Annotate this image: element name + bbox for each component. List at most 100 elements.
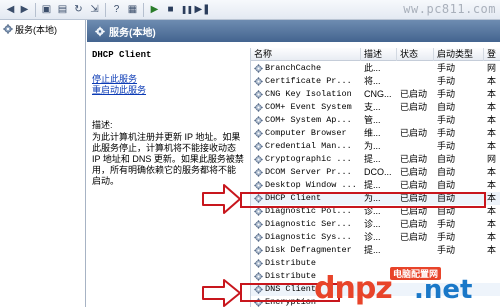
- table-row[interactable]: Computer Browser 维... 已启动 手动 本: [251, 127, 500, 140]
- service-description-cell: 提...: [364, 154, 381, 164]
- service-startup-type-cell: 手动: [437, 141, 456, 151]
- table-row[interactable]: Certificate Pr... 将... 手动 本: [251, 75, 500, 88]
- service-status-cell: [397, 62, 434, 75]
- service-name: Cryptographic ...: [265, 154, 352, 164]
- service-logon-cell: 本: [487, 193, 497, 203]
- service-startup-type-cell: 自动: [437, 154, 456, 164]
- stop-service-link[interactable]: 停止此服务: [92, 74, 247, 85]
- table-row[interactable]: Diagnostic Ser... 诊... 已启动 手动 本: [251, 218, 500, 231]
- service-logon-cell: 本: [487, 128, 497, 138]
- service-gear-icon: [254, 77, 263, 86]
- table-row[interactable]: Cryptographic ... 提... 已启动 自动 网: [251, 153, 500, 166]
- back-icon[interactable]: ◀: [4, 3, 17, 16]
- service-logon-cell: 网: [487, 154, 497, 164]
- service-logon-cell: 本: [487, 102, 497, 112]
- service-startup-type-cell: 自动: [437, 102, 456, 112]
- selected-service-name: DHCP Client: [92, 50, 152, 60]
- table-row[interactable]: DCOM Server Pr... DCO... 已启动 自动 本: [251, 166, 500, 179]
- service-gear-icon: [254, 64, 263, 73]
- service-status-cell: 已启动: [400, 102, 428, 112]
- service-name-cell: Computer Browser: [251, 127, 361, 140]
- table-row[interactable]: COM+ Event System 支... 已启动 自动 本: [251, 101, 500, 114]
- description-text: 为此计算机注册并更新 IP 地址。如果此服务停止，计算机将不能接收动态 IP 地…: [92, 132, 244, 186]
- help-icon[interactable]: ?: [110, 3, 123, 16]
- toolbar-separator: [35, 3, 36, 17]
- service-description-cell: 支...: [364, 102, 381, 112]
- restart-service-icon[interactable]: ▶❚: [194, 3, 210, 16]
- service-description-cell: CNG...: [364, 89, 392, 99]
- service-gear-icon: [254, 259, 263, 268]
- service-gear-icon: [254, 116, 263, 125]
- column-header-name[interactable]: 名称: [251, 48, 361, 61]
- restart-service-link[interactable]: 重启动此服务: [92, 85, 247, 96]
- service-status-cell: [397, 140, 434, 153]
- service-description-cell: 提...: [364, 180, 381, 190]
- service-startup-type-cell: 手动: [437, 89, 456, 99]
- column-header-description[interactable]: 描述: [361, 48, 397, 61]
- column-header-startup-type[interactable]: 启动类型: [434, 48, 484, 61]
- forward-icon[interactable]: ▶: [18, 3, 31, 16]
- service-status-cell: [397, 244, 434, 257]
- up-folder-icon[interactable]: ▣: [40, 3, 53, 16]
- service-status-cell: [397, 114, 434, 127]
- column-header-status[interactable]: 状态: [397, 48, 434, 61]
- service-description-cell: 将...: [364, 76, 381, 86]
- service-gear-icon: [254, 103, 263, 112]
- toolbar-separator: [105, 3, 106, 17]
- service-name-cell: CNG Key Isolation: [251, 88, 361, 101]
- table-row[interactable]: Disk Defragmenter 提... 手动 本: [251, 244, 500, 257]
- service-name-cell: DCOM Server Pr...: [251, 166, 361, 179]
- service-name-cell: Diagnostic Sys...: [251, 231, 361, 244]
- service-status-cell: [397, 75, 434, 88]
- service-startup-type-cell: 自动: [437, 167, 456, 177]
- service-gear-icon: [254, 90, 263, 99]
- service-name-cell: Disk Defragmenter: [251, 244, 361, 257]
- table-row[interactable]: COM+ System Ap... 管... 手动 本: [251, 114, 500, 127]
- service-description-cell: 维...: [364, 128, 381, 138]
- service-logon-cell: 本: [487, 115, 497, 125]
- stop-service-icon[interactable]: ■: [164, 3, 177, 16]
- arrow-icon-dhcp: [202, 184, 241, 214]
- tree-item-label: 服务(本地): [15, 24, 57, 35]
- service-gear-icon: [254, 220, 263, 229]
- service-logon-cell: 本: [487, 167, 497, 177]
- table-row[interactable]: Credential Man... 为... 手动 本: [251, 140, 500, 153]
- service-startup-type-cell: 手动: [437, 63, 456, 73]
- table-row[interactable]: BranchCache 此... 手动 网: [251, 62, 500, 75]
- service-logon-cell: 本: [487, 180, 497, 190]
- service-logon-cell: 本: [487, 219, 497, 229]
- service-status-cell: 已启动: [400, 232, 428, 242]
- show-hide-tree-icon[interactable]: ▤: [56, 3, 69, 16]
- service-name: Desktop Window ...: [265, 180, 357, 190]
- service-gear-icon: [254, 155, 263, 164]
- service-name-cell: COM+ System Ap...: [251, 114, 361, 127]
- service-status-cell: 已启动: [400, 180, 428, 190]
- table-row[interactable]: CNG Key Isolation CNG... 已启动 手动 本: [251, 88, 500, 101]
- service-gear-icon: [254, 246, 263, 255]
- service-name-cell: Diagnostic Ser...: [251, 218, 361, 231]
- start-service-icon[interactable]: ▶: [148, 3, 161, 16]
- services-gear-icon: [3, 24, 13, 34]
- toolbar-separator: [143, 3, 144, 17]
- arrow-icon-dns: [202, 279, 241, 307]
- service-gear-icon: [254, 181, 263, 190]
- site-watermark: ww.pc811.com: [403, 2, 496, 16]
- service-description-cell: 管...: [364, 115, 381, 125]
- console-icon[interactable]: ▦: [126, 3, 139, 16]
- service-name: Diagnostic Ser...: [265, 219, 352, 229]
- column-header-logon[interactable]: 登: [484, 48, 500, 61]
- pause-service-icon[interactable]: ❚❚: [180, 3, 193, 16]
- refresh-icon[interactable]: ↻: [72, 3, 85, 16]
- service-name-cell: BranchCache: [251, 62, 361, 75]
- list-header: 名称 描述 状态 启动类型 登: [251, 48, 500, 61]
- tree-item-services-local[interactable]: 服务(本地): [3, 23, 57, 35]
- table-row[interactable]: Desktop Window ... 提... 已启动 自动 本: [251, 179, 500, 192]
- panel-header: 服务(本地): [87, 20, 500, 42]
- service-gear-icon: [254, 168, 263, 177]
- export-list-icon[interactable]: ⇲: [88, 3, 101, 16]
- service-name: COM+ System Ap...: [265, 115, 352, 125]
- table-row[interactable]: Diagnostic Sys... 诊... 已启动 手动 本: [251, 231, 500, 244]
- service-name-cell: Cryptographic ...: [251, 153, 361, 166]
- service-startup-type-cell: 手动: [437, 76, 456, 86]
- service-description-cell: 提...: [364, 245, 381, 255]
